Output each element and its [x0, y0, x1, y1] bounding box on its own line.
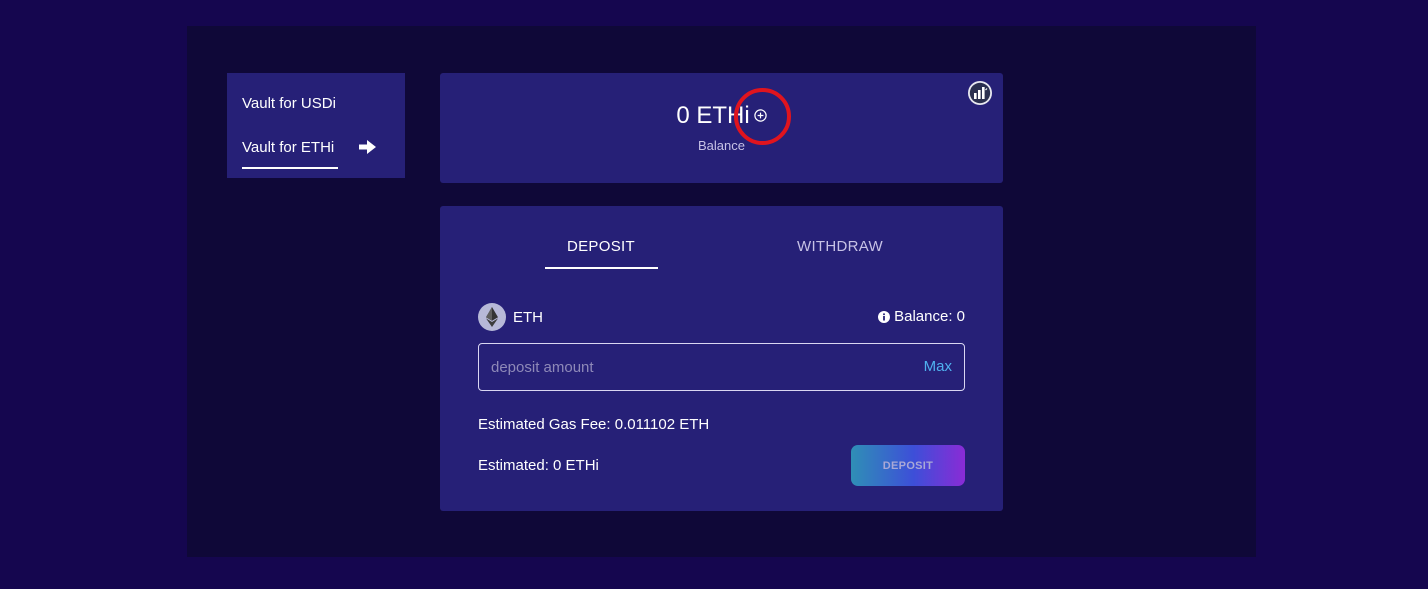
deposit-card: DEPOSIT WITHDRAW ETH Balance: 0 Max Esti…	[440, 206, 1003, 511]
ethereum-icon	[478, 303, 506, 331]
deposit-amount-input[interactable]	[479, 344, 899, 390]
active-tab-underline	[545, 267, 658, 269]
bar-chart-icon[interactable]	[968, 81, 992, 105]
sidebar-item-usdi-vault[interactable]: Vault for USDi	[242, 95, 336, 112]
tab-deposit[interactable]: DEPOSIT	[567, 238, 635, 255]
balance-label: Balance	[698, 138, 745, 153]
plus-circle-icon[interactable]	[753, 108, 767, 122]
tab-withdraw[interactable]: WITHDRAW	[797, 238, 883, 255]
token-name: ETH	[513, 309, 543, 326]
balance-card: 0 ETHi Balance	[440, 73, 1003, 183]
wallet-balance-text: Balance: 0	[894, 308, 965, 325]
estimated-receive: Estimated: 0 ETHi	[478, 457, 599, 474]
vault-sidebar: Vault for USDi Vault for ETHi	[227, 73, 405, 178]
token-row: ETH Balance: 0	[478, 303, 965, 331]
sidebar-active-underline	[242, 167, 338, 169]
deposit-button[interactable]: DEPOSIT	[851, 445, 965, 486]
sidebar-item-ethi-vault[interactable]: Vault for ETHi	[242, 139, 334, 156]
arrow-right-icon	[359, 140, 376, 154]
balance-value: 0 ETHi	[676, 102, 750, 129]
info-icon[interactable]	[878, 310, 891, 323]
wallet-balance: Balance: 0	[878, 308, 965, 325]
max-button[interactable]: Max	[924, 358, 952, 375]
balance-amount: 0 ETHi	[440, 102, 1003, 130]
estimated-gas-fee: Estimated Gas Fee: 0.011102 ETH	[478, 416, 710, 433]
deposit-amount-field: Max	[478, 343, 965, 391]
